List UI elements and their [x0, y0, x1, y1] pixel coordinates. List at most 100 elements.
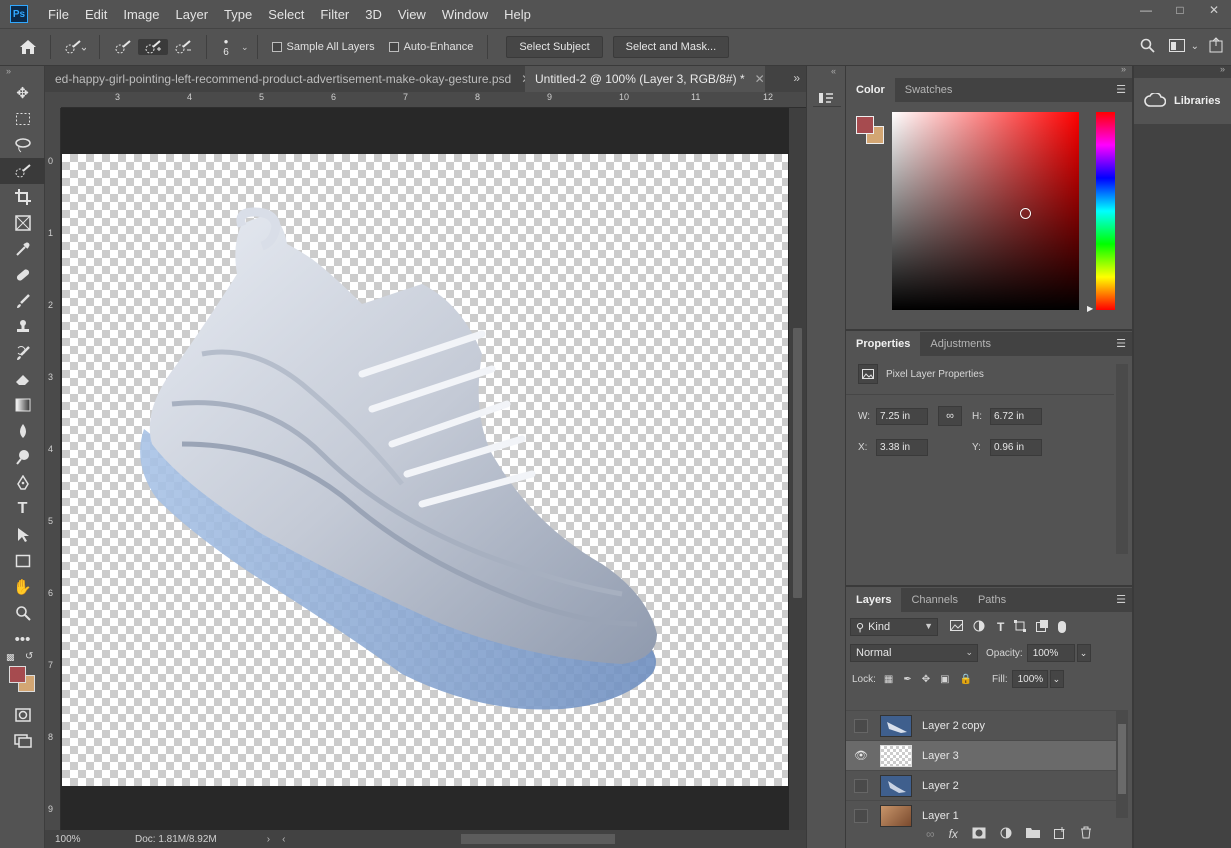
vertical-scrollbar[interactable] [789, 108, 806, 830]
default-colors-icon[interactable]: ▩ [6, 652, 15, 663]
checkbox-box[interactable] [271, 42, 282, 52]
transparent-canvas[interactable] [62, 154, 788, 786]
chevron-down-icon[interactable]: ⌄ [241, 42, 249, 53]
hue-slider-marker-icon[interactable]: ▶ [1087, 304, 1093, 313]
new-selection-icon[interactable] [108, 39, 138, 55]
visibility-toggle[interactable] [854, 808, 868, 823]
layer-name[interactable]: Layer 2 copy [922, 720, 985, 732]
quick-mask-icon[interactable] [0, 702, 45, 728]
lock-position-icon[interactable]: ✥ [922, 674, 930, 685]
layer-name[interactable]: Layer 1 [922, 810, 959, 822]
lock-image-icon[interactable]: ✒ [903, 674, 911, 685]
fill-field[interactable]: 100% [1011, 670, 1048, 688]
tab-swatches[interactable]: Swatches [895, 78, 963, 102]
more-icon[interactable]: ••• [0, 626, 45, 652]
zoom-icon[interactable] [0, 600, 45, 626]
brush-icon[interactable] [0, 288, 45, 314]
sample-all-layers-checkbox[interactable]: Sample All Layers [271, 41, 375, 53]
collapse-icon[interactable]: » [1220, 64, 1225, 74]
tab-channels[interactable]: Channels [901, 588, 967, 612]
color-picker-field[interactable] [892, 112, 1079, 310]
gradient-icon[interactable] [0, 392, 45, 418]
panel-menu-icon[interactable]: ☰ [1116, 593, 1126, 606]
scrollbar-thumb[interactable] [793, 328, 802, 598]
chevron-down-icon[interactable]: ⌄ [1191, 41, 1199, 52]
subtract-from-selection-icon[interactable] [168, 39, 198, 55]
path-selection-icon[interactable] [0, 522, 45, 548]
opacity-field[interactable]: 100% [1026, 644, 1075, 662]
swap-colors-icon[interactable]: ↺ [25, 651, 33, 662]
healing-icon[interactable] [0, 262, 45, 288]
adjustment-layer-icon[interactable] [1000, 827, 1012, 842]
document-tab[interactable]: ed-happy-girl-pointing-left-recommend-pr… [45, 66, 525, 92]
menu-help[interactable]: Help [496, 7, 539, 22]
color-picker-cursor[interactable] [1020, 208, 1031, 219]
foreground-color-chip[interactable] [856, 116, 874, 134]
panel-menu-icon[interactable]: ☰ [1116, 83, 1126, 96]
photoshop-logo[interactable]: Ps [10, 5, 28, 23]
y-field[interactable]: 0.96 in [990, 439, 1042, 456]
auto-enhance-checkbox[interactable]: Auto-Enhance [388, 41, 473, 53]
fx-icon[interactable]: fx [949, 827, 958, 841]
new-layer-icon[interactable] [1053, 826, 1066, 842]
delete-layer-icon[interactable] [1080, 826, 1092, 842]
filter-type-icon[interactable]: T [997, 620, 1004, 634]
frame-icon[interactable] [0, 210, 45, 236]
horizontal-ruler[interactable]: 3 4 5 6 7 8 9 10 11 12 [61, 92, 806, 108]
filter-smart-object-icon[interactable] [1036, 619, 1049, 635]
menu-3d[interactable]: 3D [357, 7, 390, 22]
libraries-tab[interactable]: Libraries [1134, 78, 1231, 124]
tab-paths[interactable]: Paths [968, 588, 1016, 612]
status-menu-icon[interactable]: › [267, 834, 270, 845]
width-field[interactable]: 7.25 in [876, 408, 928, 425]
brush-size-picker[interactable]: ● 6 [215, 37, 237, 58]
zoom-level[interactable]: 100% [55, 834, 115, 845]
new-group-icon[interactable] [1025, 827, 1040, 841]
rectangle-icon[interactable] [0, 548, 45, 574]
menu-file[interactable]: File [40, 7, 77, 22]
tab-layers[interactable]: Layers [846, 588, 902, 612]
x-field[interactable]: 3.38 in [876, 439, 928, 456]
history-brush-icon[interactable] [0, 340, 45, 366]
checkbox-box[interactable] [388, 42, 399, 52]
filter-toggle-icon[interactable] [1058, 621, 1067, 633]
workspace-icon[interactable] [1168, 38, 1185, 55]
layer-row-selected[interactable]: 👁 Layer 3 [846, 740, 1116, 770]
select-and-mask-button[interactable]: Select and Mask... [612, 36, 730, 58]
menu-view[interactable]: View [390, 7, 434, 22]
tab-properties[interactable]: Properties [846, 332, 921, 356]
menu-image[interactable]: Image [115, 7, 167, 22]
properties-scrollbar[interactable] [1116, 364, 1128, 554]
menu-type[interactable]: Type [216, 7, 260, 22]
link-layers-icon[interactable]: ∞ [926, 827, 935, 841]
chevron-down-icon[interactable]: ⌄ [1049, 670, 1064, 688]
add-to-selection-icon[interactable] [138, 39, 168, 55]
filter-adjustment-icon[interactable] [973, 620, 985, 635]
hand-icon[interactable]: ✋ [0, 574, 45, 600]
layer-row[interactable]: Layer 2 [846, 770, 1116, 800]
select-subject-button[interactable]: Select Subject [506, 36, 603, 58]
panel-menu-icon[interactable]: ☰ [1116, 337, 1126, 350]
menu-window[interactable]: Window [434, 7, 496, 22]
chevron-down-icon[interactable]: ⌄ [1076, 644, 1091, 662]
document-tab-active[interactable]: Untitled-2 @ 100% (Layer 3, RGB/8#) * ✕ [525, 66, 765, 92]
search-icon[interactable] [1140, 38, 1155, 56]
more-tabs-icon[interactable]: » [793, 71, 800, 85]
canvas-viewport[interactable] [61, 108, 789, 830]
layer-name[interactable]: Layer 2 [922, 780, 959, 792]
marquee-icon[interactable] [0, 106, 45, 132]
type-icon[interactable]: T [0, 496, 45, 522]
minimize-icon[interactable]: — [1129, 0, 1163, 20]
link-dimensions-icon[interactable]: ∞ [938, 406, 962, 426]
pen-icon[interactable] [0, 470, 45, 496]
tab-adjustments[interactable]: Adjustments [920, 332, 1001, 356]
collapse-icon[interactable]: « [807, 66, 845, 80]
close-icon[interactable]: ✕ [1197, 0, 1231, 20]
blend-mode-select[interactable]: Normal ⌄ [850, 644, 978, 662]
lasso-icon[interactable] [0, 132, 45, 158]
maximize-icon[interactable]: □ [1163, 0, 1197, 20]
horizontal-scrollbar-thumb[interactable] [461, 834, 615, 844]
menu-edit[interactable]: Edit [77, 7, 115, 22]
eyedropper-icon[interactable] [0, 236, 45, 262]
crop-icon[interactable] [0, 184, 45, 210]
